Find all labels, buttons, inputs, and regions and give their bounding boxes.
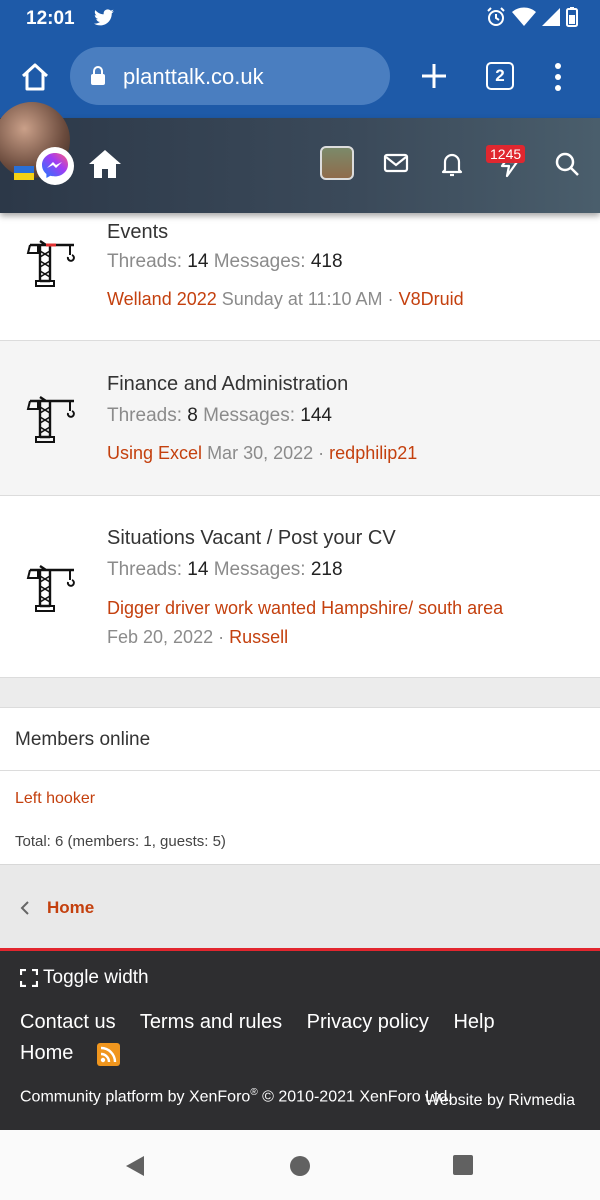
footer-link-contact[interactable]: Contact us	[20, 1011, 116, 1033]
node-last-post-meta: Feb 20, 2022 · Russell	[107, 627, 288, 648]
back-icon[interactable]	[122, 1154, 146, 1178]
browser-toolbar: planttalk.co.uk 2	[0, 36, 600, 118]
footer: Toggle width Contact us Terms and rules …	[0, 948, 600, 1130]
address-bar[interactable]: planttalk.co.uk	[70, 47, 390, 105]
messages-count: 218	[310, 559, 343, 580]
toggle-width-button[interactable]: Toggle width	[20, 967, 149, 989]
forum-node[interactable]: Events Threads: 14 Messages: 418 Welland…	[0, 213, 600, 341]
messages-count: 418	[310, 251, 343, 272]
threads-count: 8	[187, 405, 198, 426]
forum-header: 1245	[0, 102, 600, 213]
registered-mark: ®	[250, 1087, 258, 1098]
section-divider	[0, 678, 600, 708]
messenger-bubble[interactable]	[36, 147, 74, 185]
threads-label: Threads:	[107, 251, 182, 272]
node-last-post-title: Digger driver work wanted Hampshire/ sou…	[107, 598, 503, 619]
recents-icon[interactable]	[452, 1154, 474, 1176]
signal-icon	[542, 8, 560, 26]
messenger-icon	[42, 153, 68, 178]
node-stats: Threads: 8 Messages: 144	[107, 405, 332, 427]
forum-node[interactable]: Finance and Administration Threads: 8 Me…	[0, 341, 600, 496]
crane-icon	[26, 565, 75, 612]
chevron-left-icon	[20, 901, 29, 915]
new-tab-icon[interactable]	[418, 60, 450, 92]
battery-icon	[566, 7, 578, 27]
separator: ·	[387, 289, 394, 309]
home-circle-icon[interactable]	[288, 1154, 312, 1178]
members-online-header: Members online	[0, 709, 600, 771]
alarm-icon	[487, 7, 505, 26]
node-stats: Threads: 14 Messages: 218	[107, 559, 343, 581]
online-member-link[interactable]: Left hooker	[15, 790, 95, 808]
breadcrumb-home-link[interactable]: Home	[47, 898, 94, 918]
status-icons	[486, 7, 578, 27]
last-post-user-link[interactable]: Russell	[229, 627, 288, 647]
footer-link-terms[interactable]: Terms and rules	[140, 1011, 282, 1033]
separator: ·	[218, 627, 225, 647]
breadcrumb: Home	[0, 864, 600, 948]
rss-icon[interactable]	[97, 1043, 120, 1066]
search-icon[interactable]	[554, 151, 580, 177]
forum-home-icon[interactable]	[88, 148, 122, 180]
members-online-title[interactable]: Members online	[15, 729, 150, 751]
crane-icon	[26, 240, 75, 287]
node-title[interactable]: Situations Vacant / Post your CV	[107, 527, 396, 550]
node-title[interactable]: Finance and Administration	[107, 373, 348, 396]
android-nav-bar	[0, 1130, 600, 1200]
members-total: Total: 6 (members: 1, guests: 5)	[15, 833, 226, 850]
overflow-menu-icon[interactable]	[548, 60, 568, 94]
node-title[interactable]: Events	[107, 221, 168, 244]
last-post-title-link[interactable]: Using Excel	[107, 443, 202, 463]
separator: ·	[318, 443, 325, 463]
tab-switcher-button[interactable]: 2	[486, 62, 514, 90]
last-post-date: Sunday at 11:10 AM	[221, 289, 383, 309]
website-by[interactable]: Website by Rivmedia	[425, 1092, 575, 1110]
bell-icon[interactable]	[440, 150, 464, 178]
ukraine-flag-icon	[14, 166, 34, 180]
footer-link-home[interactable]: Home	[20, 1042, 73, 1065]
footer-link-help[interactable]: Help	[453, 1011, 494, 1033]
last-post-date: Feb 20, 2022	[107, 627, 214, 647]
last-post-user-link[interactable]: V8Druid	[399, 289, 464, 309]
expand-icon	[20, 969, 38, 987]
threads-count: 14	[187, 251, 209, 272]
user-avatar[interactable]	[320, 146, 354, 180]
last-post-user-link[interactable]: redphilip21	[329, 443, 417, 463]
toggle-width-label: Toggle width	[43, 967, 149, 988]
copyright: Community platform by XenForo® © 2010-20…	[20, 1087, 452, 1106]
threads-label: Threads:	[107, 405, 182, 426]
footer-links: Contact us Terms and rules Privacy polic…	[20, 1011, 514, 1034]
node-last-post: Welland 2022 Sunday at 11:10 AM · V8Drui…	[107, 289, 464, 310]
crane-icon	[26, 396, 75, 443]
notification-badge: 1245	[486, 145, 526, 163]
last-post-title-link[interactable]: Digger driver work wanted Hampshire/ sou…	[107, 598, 503, 618]
threads-label: Threads:	[107, 559, 182, 580]
copyright-prefix[interactable]: Community platform by XenForo	[20, 1088, 250, 1105]
status-time: 12:01	[26, 8, 75, 29]
mail-icon[interactable]	[383, 152, 409, 174]
messages-label: Messages:	[213, 251, 306, 272]
threads-count: 14	[187, 559, 209, 580]
lock-icon	[91, 66, 105, 85]
status-bar: 12:01	[0, 0, 600, 36]
twitter-icon	[94, 9, 114, 26]
messages-label: Messages:	[203, 405, 295, 426]
copyright-suffix: © 2010-2021 XenForo Ltd.	[257, 1088, 452, 1106]
messages-count: 144	[300, 405, 332, 426]
last-post-title-link[interactable]: Welland 2022	[107, 289, 217, 309]
browser-home-icon[interactable]	[18, 60, 52, 94]
wifi-icon	[512, 7, 536, 26]
messages-label: Messages:	[213, 559, 306, 580]
url-text: planttalk.co.uk	[123, 64, 264, 89]
forum-node[interactable]: Situations Vacant / Post your CV Threads…	[0, 496, 600, 678]
node-stats: Threads: 14 Messages: 418	[107, 251, 343, 273]
last-post-date: Mar 30, 2022	[207, 443, 314, 463]
node-last-post: Using Excel Mar 30, 2022 · redphilip21	[107, 443, 417, 464]
rss-glyph	[100, 1046, 117, 1063]
footer-link-privacy[interactable]: Privacy policy	[307, 1011, 429, 1033]
